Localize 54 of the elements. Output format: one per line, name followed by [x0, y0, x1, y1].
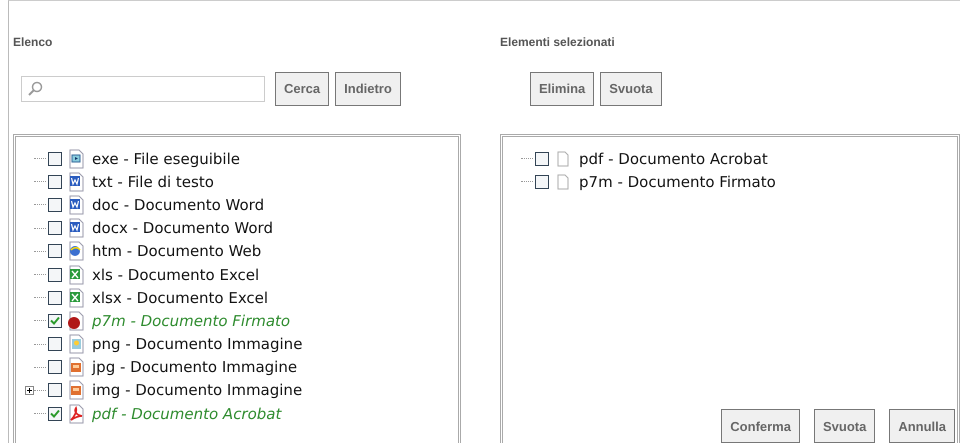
globe-icon [68, 241, 84, 262]
file-icon [555, 148, 571, 169]
tree-item-label[interactable]: xls - Documento Excel [92, 266, 260, 284]
selected-title: Elementi selezionati [500, 35, 616, 51]
toolbar-button[interactable]: Elimina [530, 72, 594, 106]
action-button[interactable]: Annulla [889, 409, 955, 443]
checkbox[interactable] [48, 198, 62, 212]
photo-icon [68, 357, 84, 378]
checkbox[interactable] [535, 174, 549, 189]
checkbox[interactable] [48, 174, 62, 189]
toolbar-button[interactable]: Indietro [335, 72, 401, 106]
spreadsheet-icon [68, 288, 84, 308]
tree-item-label[interactable]: doc - Documento Word [92, 196, 264, 214]
tree-item-label[interactable]: p7m - Documento Firmato [92, 312, 290, 330]
tree-item-label[interactable]: exe - File eseguibile [92, 150, 240, 168]
checkbox[interactable] [48, 406, 62, 421]
action-button[interactable]: Conferma [721, 409, 800, 443]
checkbox[interactable] [48, 244, 62, 258]
tree-item-label[interactable]: xlsx - Documento Excel [92, 288, 268, 307]
tree-item-label[interactable]: docx - Documento Word [92, 219, 273, 238]
tree-item-label[interactable]: png - Documento Immagine [92, 335, 302, 354]
search-icon [28, 81, 43, 96]
list-title: Elenco [13, 35, 54, 51]
word-document-icon [68, 172, 84, 192]
checkbox[interactable] [48, 152, 62, 166]
expand-icon[interactable] [24, 386, 34, 395]
checkbox[interactable] [48, 337, 62, 352]
checkbox[interactable] [48, 221, 62, 236]
tree-item-label[interactable]: htm - Documento Web [92, 242, 262, 260]
tree-item-label[interactable]: pdf - Documento Acrobat [92, 404, 282, 423]
checkbox[interactable] [48, 268, 62, 282]
checkbox[interactable] [535, 152, 549, 166]
word-document-icon [68, 194, 84, 215]
checkbox[interactable] [48, 290, 62, 305]
spreadsheet-icon [68, 264, 84, 285]
tree-item-label[interactable]: txt - File di testo [92, 172, 214, 191]
tree-item-label[interactable]: pdf - Documento Acrobat [579, 150, 768, 168]
program-icon [68, 148, 84, 169]
tree-item-label[interactable]: img - Documento Immagine [92, 381, 302, 400]
image-icon [68, 334, 84, 354]
checkbox[interactable] [48, 360, 62, 374]
checkbox[interactable] [48, 383, 62, 398]
file-icon [555, 172, 571, 192]
search-field[interactable] [21, 76, 265, 102]
word-document-icon [68, 218, 84, 238]
pdf-icon [68, 404, 84, 424]
photo-icon [68, 380, 84, 400]
toolbar-button[interactable]: Cerca [275, 72, 330, 106]
tree-item-label[interactable]: jpg - Documento Immagine [92, 358, 298, 376]
tree-item-label[interactable]: p7m - Documento Firmato [579, 172, 776, 191]
toolbar-button[interactable]: Svuota [600, 72, 662, 106]
checkbox[interactable] [48, 314, 62, 328]
seal-icon [68, 310, 84, 331]
action-button[interactable]: Svuota [814, 409, 876, 443]
